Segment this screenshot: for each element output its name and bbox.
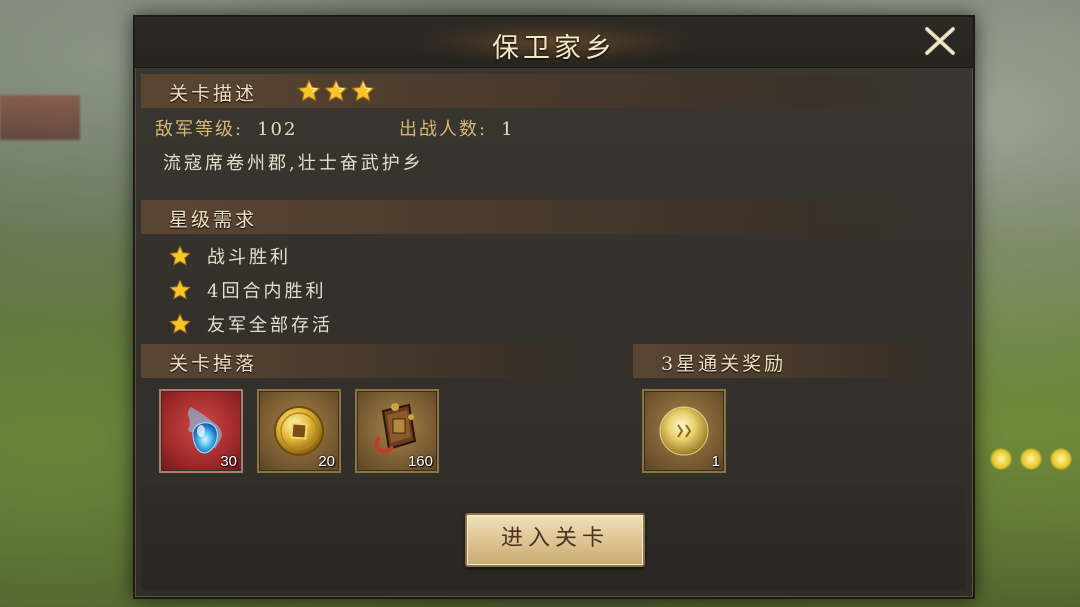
- requirement-row: 友军全部存活: [169, 310, 333, 338]
- star-icon: [297, 79, 321, 103]
- star-icon: [169, 279, 191, 301]
- title-bar: 保卫家乡: [135, 17, 973, 68]
- requirement-row: 4回合内胜利: [169, 276, 326, 304]
- reward-header: 3星通关奖励: [633, 344, 961, 378]
- star-icon: [169, 245, 191, 267]
- requirement-row: 战斗胜利: [169, 242, 291, 270]
- stage-desc-title: 关卡描述: [169, 83, 258, 105]
- star-icon: [169, 313, 191, 335]
- star-req-header: 星级需求: [141, 200, 961, 234]
- stage-description: 流寇席卷州郡,壮士奋武护乡: [163, 153, 424, 174]
- troop-count-label: 出战人数:: [399, 119, 488, 140]
- golden-orb-icon: [659, 406, 709, 456]
- background-building: [0, 95, 80, 140]
- drop-item-slot[interactable]: 30: [159, 389, 243, 473]
- background-lanterns: [990, 448, 1080, 470]
- armor-bundle-icon: [374, 403, 417, 454]
- item-count: 20: [318, 453, 335, 470]
- stage-desc-header: 关卡描述: [141, 74, 961, 108]
- requirement-label: 4回合内胜利: [207, 281, 327, 302]
- troop-count-value: 1: [501, 119, 515, 140]
- reward-item-slot[interactable]: 1: [642, 389, 726, 473]
- star-req-title: 星级需求: [169, 209, 258, 231]
- reward-title: 3星通关奖励: [661, 353, 787, 375]
- star-icon: [324, 79, 348, 103]
- requirement-label: 友军全部存活: [207, 315, 333, 336]
- close-button[interactable]: [921, 23, 959, 59]
- close-x-icon: [925, 27, 955, 55]
- item-count: 1: [711, 453, 720, 470]
- enemy-level-label: 敌军等级:: [155, 119, 244, 140]
- star-icon: [351, 79, 375, 103]
- dialog-title: 保卫家乡: [492, 33, 616, 64]
- drops-title: 关卡掉落: [169, 353, 258, 375]
- enter-stage-button[interactable]: 进入关卡: [465, 513, 645, 567]
- blue-spirit-crystal-icon: [187, 407, 222, 454]
- stage-dialog: 保卫家乡 关卡描述 敌军等级: 102 出战人数: 1 流寇席卷州郡,壮士奋武护乡 …: [133, 15, 975, 599]
- troop-count: 出战人数: 1: [399, 115, 515, 141]
- gold-coin-icon: [274, 406, 324, 456]
- item-count: 30: [220, 453, 237, 470]
- drop-item-slot[interactable]: 160: [355, 389, 439, 473]
- requirement-label: 战斗胜利: [207, 247, 291, 268]
- drops-header: 关卡掉落: [141, 344, 611, 378]
- stage-rating-stars: [297, 79, 375, 103]
- drop-item-slot[interactable]: 20: [257, 389, 341, 473]
- enemy-level-value: 102: [257, 119, 298, 140]
- enemy-level: 敌军等级: 102: [155, 115, 297, 141]
- item-count: 160: [407, 453, 433, 470]
